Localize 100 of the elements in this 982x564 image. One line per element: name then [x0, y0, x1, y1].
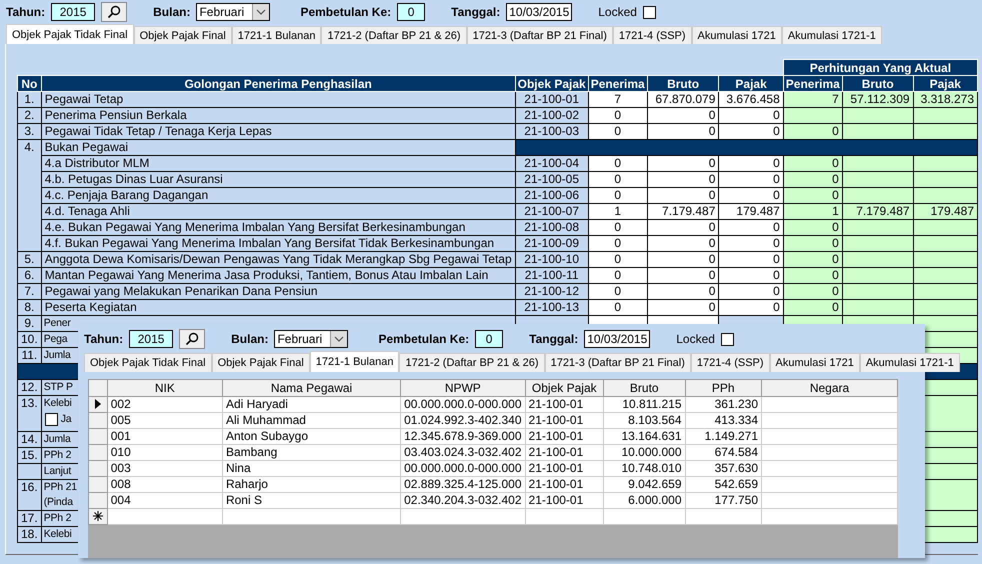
tab[interactable]: Objek Pajak Final: [212, 353, 310, 372]
table-cell: 21-100-13: [515, 300, 588, 316]
table-cell: 0: [647, 124, 719, 140]
month-dropdown[interactable]: Februari: [196, 3, 270, 21]
table-cell: 179.487: [718, 204, 784, 220]
tab[interactable]: 1721-3 (Daftar BP 21 Final): [544, 353, 691, 372]
table-cell: 57.112.309: [842, 92, 914, 108]
table-cell: 17.: [18, 510, 42, 526]
grid-cell: 8.103.564: [604, 412, 686, 428]
grid-cell: Roni S: [222, 492, 401, 508]
table-cell: Penerima Pensiun Berkala: [41, 108, 516, 124]
revision-field[interactable]: 0: [397, 3, 426, 21]
grid-cell: 21-100-01: [525, 412, 604, 428]
table-cell: 11.: [18, 348, 42, 364]
table-cell: 1: [783, 204, 842, 220]
table-cell: Mantan Pegawai Yang Menerima Jasa Produksi, Tantiem, Bonus Atau Imbalan Lain: [41, 268, 516, 284]
table-cell: 0: [783, 268, 842, 284]
column-header: Nama Pegawai: [222, 380, 401, 396]
table-cell: 12.: [18, 380, 42, 396]
table-cell: 0: [783, 124, 842, 140]
month-dropdown[interactable]: Februari: [274, 330, 348, 348]
tab[interactable]: Objek Pajak Tidak Final: [6, 24, 134, 45]
row-number: 4.: [18, 140, 42, 252]
table-cell: 0: [647, 252, 719, 268]
table-cell: 4.f. Bukan Pegawai Yang Menerima Imbalan Yang Bersifat Tidak Berkesinambungan: [41, 236, 516, 252]
checkbox-label: Ja: [60, 412, 72, 426]
table-cell: 21-100-10: [515, 252, 588, 268]
revision-label: Pembetulan Ke:: [378, 332, 470, 346]
tab[interactable]: 1721-4 (SSP): [612, 26, 692, 45]
grid-cell: 177.750: [685, 492, 762, 508]
tab[interactable]: 1721-1 Bulanan: [310, 351, 400, 372]
locked-label: Locked: [598, 5, 637, 19]
table-cell: 179.487: [913, 204, 978, 220]
year-field[interactable]: 2015: [51, 3, 96, 21]
tab[interactable]: Akumulasi 1721: [770, 353, 860, 372]
grid-cell: 21-100-01: [525, 428, 604, 444]
column-header: No: [18, 76, 42, 92]
table-cell: 21-100-11: [515, 268, 588, 284]
date-field[interactable]: 10/03/2015: [506, 3, 572, 21]
table-cell: 0: [783, 284, 842, 300]
table-cell: 0: [588, 188, 648, 204]
grid-cell: 03.403.024.3-032.402: [400, 444, 526, 460]
grid-cell: 10.811.215: [604, 396, 686, 412]
grid-cell: 02.889.325.4-125.000: [400, 476, 526, 492]
grid-cell: Nina: [222, 460, 401, 476]
tab[interactable]: Akumulasi 1721-1: [860, 353, 960, 372]
grid-cell: 10.748.010: [604, 460, 686, 476]
table-cell: 21-100-08: [515, 220, 588, 236]
tab[interactable]: Objek Pajak Final: [134, 26, 232, 45]
tab[interactable]: 1721-4 (SSP): [690, 353, 770, 372]
grid-cell: 003: [107, 460, 222, 476]
table-cell: 4.a Distributor MLM: [41, 156, 516, 172]
grid-cell: 9.042.659: [604, 476, 686, 492]
table-cell: 0: [718, 124, 784, 140]
grid-cell: Adi Haryadi: [222, 396, 401, 412]
grid-cell: 004: [107, 492, 222, 508]
grid-cell: 413.334: [685, 412, 762, 428]
year-label: Tahun:: [84, 332, 124, 346]
table-cell: 3.: [18, 124, 42, 140]
table-cell: 6.: [18, 268, 42, 284]
tab[interactable]: 1721-1 Bulanan: [232, 26, 322, 45]
tab[interactable]: Objek Pajak Tidak Final: [84, 353, 212, 372]
grid-cell: 12.345.678.9-369.000: [400, 428, 526, 444]
table-cell: 0: [783, 188, 842, 204]
table-cell: 0: [783, 172, 842, 188]
table-cell: 21-100-09: [515, 236, 588, 252]
date-label: Tanggal:: [529, 332, 578, 346]
tab[interactable]: 1721-3 (Daftar BP 21 Final): [466, 26, 613, 45]
tab[interactable]: Akumulasi 1721: [692, 26, 782, 45]
year-field[interactable]: 2015: [129, 330, 174, 348]
revision-field[interactable]: 0: [475, 330, 504, 348]
tab[interactable]: 1721-2 (Daftar BP 21 & 26): [399, 353, 545, 372]
column-header: Bruto: [604, 380, 686, 396]
table-cell: Pegawai Tidak Tetap / Tenaga Kerja Lepas: [41, 124, 516, 140]
table-cell: 0: [588, 124, 648, 140]
grid-cell: Raharjo: [222, 476, 401, 492]
grid-cell: 6.000.000: [604, 492, 686, 508]
column-header: Pajak: [718, 76, 784, 92]
column-header: NIK: [107, 380, 222, 396]
tab[interactable]: Akumulasi 1721-1: [782, 26, 882, 45]
column-header: Bruto: [842, 76, 914, 92]
table-cell: 2.: [18, 108, 42, 124]
table-cell: 0: [783, 156, 842, 172]
table-cell: 0: [647, 108, 719, 124]
table-cell: 0: [647, 236, 719, 252]
table-cell: 21-100-05: [515, 172, 588, 188]
tab[interactable]: 1721-2 (Daftar BP 21 & 26): [321, 26, 467, 45]
grid-cell: 02.340.204.3-032.402: [400, 492, 526, 508]
grid-cell: 001: [107, 428, 222, 444]
month-label: Bulan:: [231, 332, 268, 346]
table-cell: 4.b. Petugas Dinas Luar Asuransi: [41, 172, 516, 188]
table-cell: 4.e. Bukan Pegawai Yang Menerima Imbalan Yang Bersifat Berkesinambungan: [41, 220, 516, 236]
grid-cell: 1.149.271: [685, 428, 762, 444]
table-cell: 0: [783, 220, 842, 236]
table-cell: 0: [647, 268, 719, 284]
date-field[interactable]: 10/03/2015: [584, 330, 650, 348]
table-cell: 0: [588, 156, 648, 172]
table-cell: 0: [718, 220, 784, 236]
table-cell: 3.318.273: [913, 92, 978, 108]
table-cell: 13.: [18, 396, 42, 431]
